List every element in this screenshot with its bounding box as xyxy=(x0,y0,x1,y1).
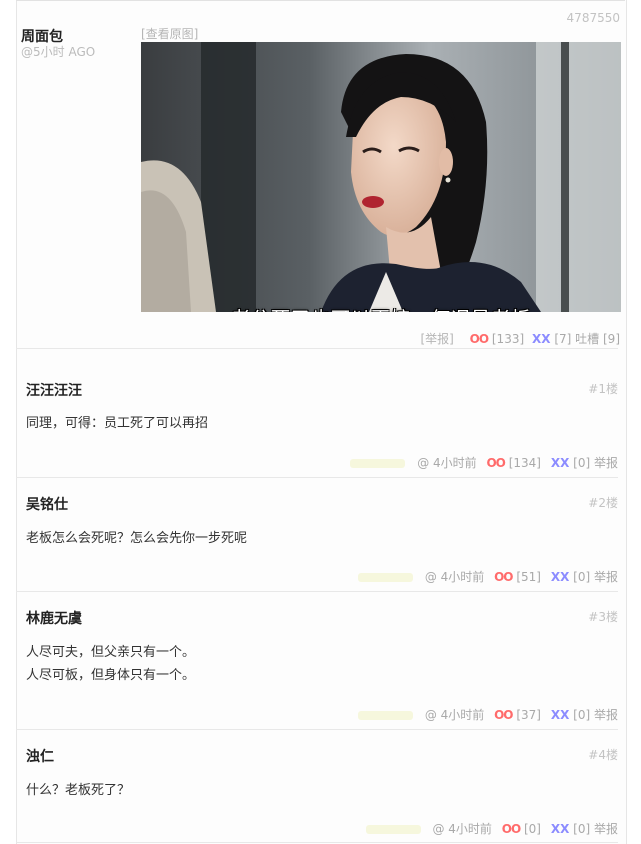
report-link[interactable]: 举报 xyxy=(594,708,618,722)
comment-footer: @ 4小时前 OO [37] XX [0] 举报 xyxy=(358,706,618,723)
oo-count: [134] xyxy=(508,456,541,470)
comment-text: 老板怎么会死呢？怎么会先你一步死呢 xyxy=(26,527,247,550)
comment-item: 汪汪汪汪 #1楼 同理，可得：员工死了可以再招 @ 4小时前 OO [134] … xyxy=(16,349,618,477)
oo-button[interactable]: OO xyxy=(470,332,489,346)
oo-count: [37] xyxy=(516,708,541,722)
oo-button[interactable]: OO xyxy=(494,708,513,722)
oo-button[interactable]: OO xyxy=(486,456,505,470)
comment-line: 人尽可夫，但父亲只有一个。 xyxy=(26,645,196,660)
xx-button[interactable]: XX xyxy=(551,708,570,722)
post-actions: [举报] OO [133] XX [7] 吐槽 [9] xyxy=(420,330,620,347)
blurred-username xyxy=(350,459,406,468)
xx-count: [0] xyxy=(573,708,591,722)
comment-author: 汪汪汪汪 xyxy=(26,383,82,399)
comment-time: @ 4小时前 xyxy=(417,456,477,470)
comment-floor[interactable]: #3楼 xyxy=(588,608,618,625)
xx-button[interactable]: XX xyxy=(551,456,570,470)
report-link[interactable]: 举报 xyxy=(594,570,618,584)
comment-item: 浊仁 #4楼 什么？老板死了？ @ 4小时前 OO [0] XX [0] 举报 xyxy=(16,730,618,844)
comment-text: 人尽可夫，但父亲只有一个。 人尽可板，但身体只有一个。 xyxy=(26,641,195,687)
blurred-username xyxy=(358,711,413,720)
comment-author: 浊仁 xyxy=(26,749,54,765)
xx-count: [0] xyxy=(573,570,591,584)
comment-time: @ 4小时前 xyxy=(424,570,485,584)
comment-floor[interactable]: #2楼 xyxy=(588,494,618,511)
top-divider xyxy=(16,0,625,1)
oo-count: [133] xyxy=(491,332,525,346)
report-link[interactable]: 举报 xyxy=(594,456,618,470)
comment-floor[interactable]: #4楼 xyxy=(588,746,618,763)
xx-button[interactable]: XX xyxy=(551,822,570,836)
comment-floor[interactable]: #1楼 xyxy=(588,380,618,397)
photo-illustration xyxy=(141,42,621,312)
blurred-username xyxy=(358,573,413,582)
blurred-username xyxy=(365,825,421,834)
comment-author: 林鹿无虞 xyxy=(26,611,82,627)
report-link[interactable]: 举报 xyxy=(594,822,618,836)
xx-button[interactable]: XX xyxy=(551,570,570,584)
xx-count: [0] xyxy=(573,456,591,470)
post-image[interactable]: 老公死了也可以再嫁，何况是老板 xyxy=(141,42,621,312)
xx-count: [7] xyxy=(554,332,572,346)
tucao-button[interactable]: 吐槽 xyxy=(575,332,599,346)
comment-time: @ 4小时前 xyxy=(432,822,492,836)
view-original-link[interactable]: [查看原图] xyxy=(141,25,198,42)
comment-text: 同理，可得：员工死了可以再招 xyxy=(26,412,208,435)
comment-text: 什么？老板死了？ xyxy=(26,779,130,802)
comment-line: 老板怎么会死呢？怎么会先你一步死呢 xyxy=(26,531,248,546)
report-link[interactable]: [举报] xyxy=(420,332,453,346)
xx-button[interactable]: XX xyxy=(532,332,551,346)
photo-subtitle: 老公死了也可以再嫁，何况是老板 xyxy=(141,304,621,312)
comment-line: 人尽可板，但身体只有一个。 xyxy=(26,668,196,683)
comment-footer: @ 4小时前 OO [134] XX [0] 举报 xyxy=(350,454,618,471)
comment-time: @ 4小时前 xyxy=(424,708,485,722)
tucao-count: [9] xyxy=(603,332,620,346)
comment-author: 吴铭仕 xyxy=(26,497,68,513)
divider xyxy=(16,842,618,843)
oo-count: [0] xyxy=(523,822,541,836)
xx-count: [0] xyxy=(573,822,591,836)
comment-item: 林鹿无虞 #3楼 人尽可夫，但父亲只有一个。 人尽可板，但身体只有一个。 @ 4… xyxy=(16,592,618,729)
comment-line: 什么？老板死了？ xyxy=(26,783,131,798)
comment-footer: @ 4小时前 OO [0] XX [0] 举报 xyxy=(365,820,618,837)
oo-button[interactable]: OO xyxy=(494,570,513,584)
post-id[interactable]: 4787550 xyxy=(567,11,620,25)
comment-item: 吴铭仕 #2楼 老板怎么会死呢？怎么会先你一步死呢 @ 4小时前 OO [51]… xyxy=(16,478,618,591)
comment-line: 同理，可得：员工死了可以再招 xyxy=(26,416,209,431)
oo-button[interactable]: OO xyxy=(502,822,521,836)
oo-count: [51] xyxy=(516,570,541,584)
post-time: @5小时 AGO xyxy=(21,45,96,59)
comment-footer: @ 4小时前 OO [51] XX [0] 举报 xyxy=(358,568,618,585)
